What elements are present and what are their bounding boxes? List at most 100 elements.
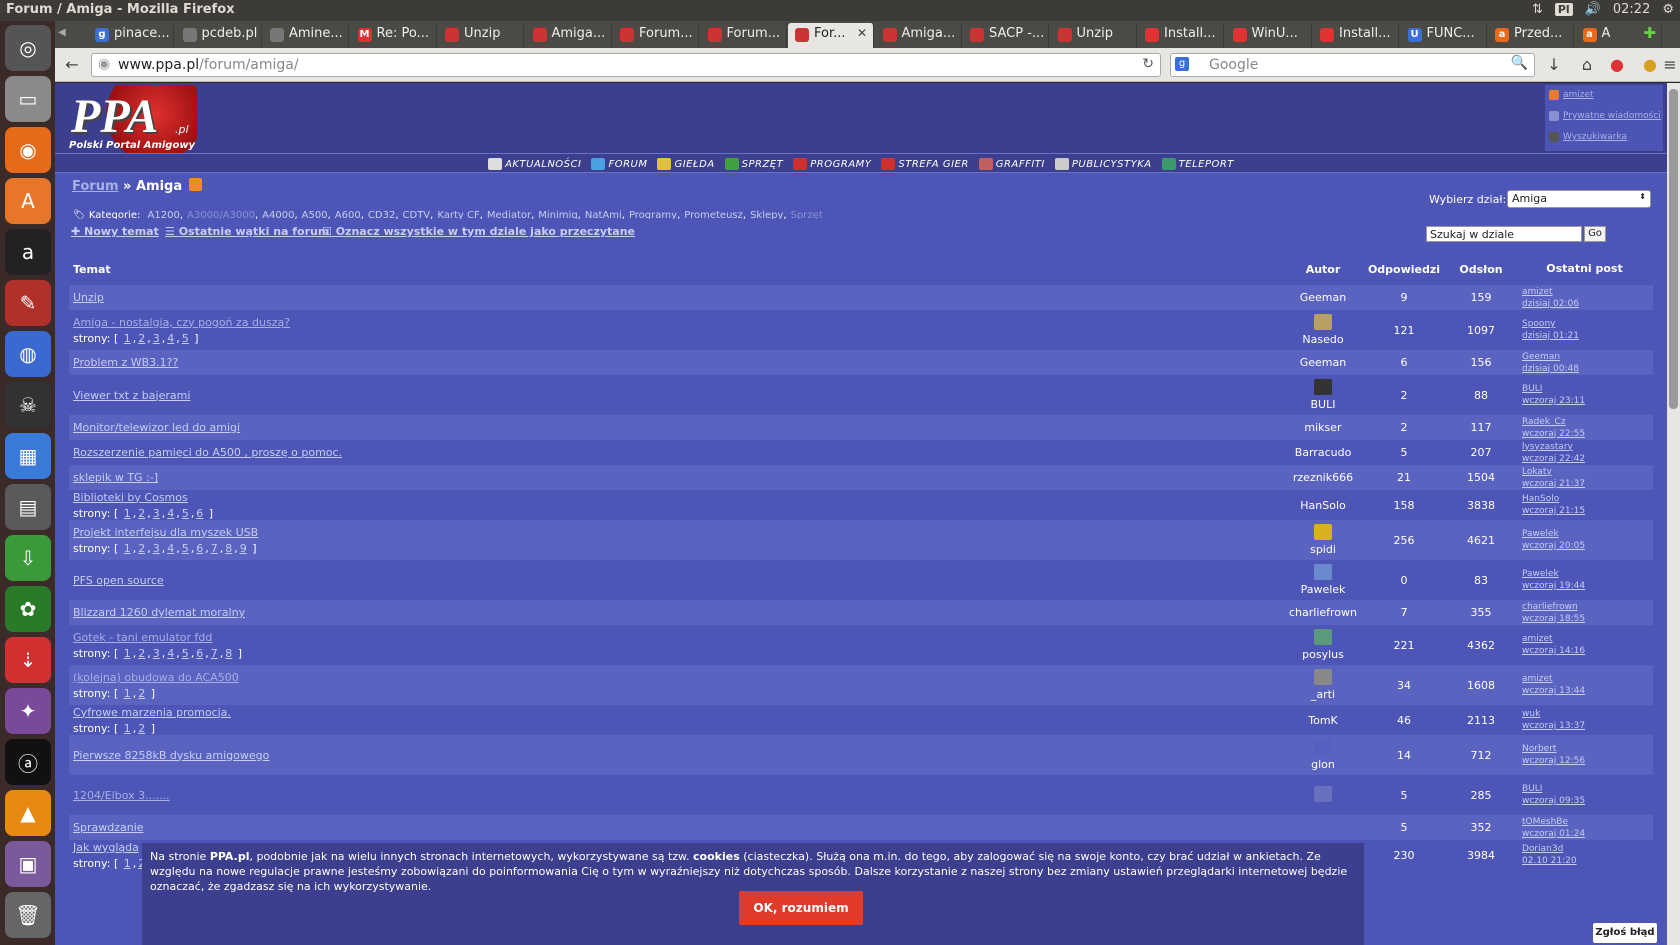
section-search-go-button[interactable]: Go <box>1584 226 1606 242</box>
recent-topics-link[interactable]: ☰ Ostatnie wątki na forum <box>165 225 329 238</box>
avatar[interactable] <box>1314 629 1332 645</box>
site-menu-item[interactable]: TELEPORT <box>1161 156 1234 172</box>
last-post-user[interactable]: BULI <box>1522 783 1653 795</box>
page-link[interactable]: 1 <box>124 542 131 555</box>
browser-tab[interactable]: Amiga... <box>526 23 612 48</box>
volume-icon[interactable]: 🔊 <box>1585 2 1601 17</box>
topic-link[interactable]: Cyfrowe marzenia promocja. <box>73 706 231 719</box>
app-icon[interactable]: ☠ <box>5 382 51 428</box>
topic-link[interactable]: Biblioteki by Cosmos <box>73 491 188 504</box>
report-bug-button[interactable]: Zgłoś błąd <box>1593 923 1657 943</box>
files-icon[interactable]: ▭ <box>5 76 51 122</box>
last-post-time[interactable]: dzisiaj 00:48 <box>1522 363 1653 375</box>
bird-icon[interactable]: ✦ <box>5 688 51 734</box>
reload-icon[interactable]: ↻ <box>1142 56 1154 72</box>
browser-tab[interactable]: SACP -... <box>963 23 1049 48</box>
scrollbar-thumb[interactable] <box>1669 89 1678 409</box>
last-post-time[interactable]: wczoraj 12:56 <box>1522 755 1653 767</box>
avatar[interactable] <box>1314 314 1332 330</box>
page-link[interactable]: 7 <box>211 647 218 660</box>
last-post-time[interactable]: wczoraj 09:35 <box>1522 795 1653 807</box>
topic-link[interactable]: Sprawdzanie <box>73 821 144 834</box>
page-link[interactable]: 1 <box>124 687 131 700</box>
last-post-time[interactable]: wczoraj 22:55 <box>1522 428 1653 440</box>
browser-tab[interactable]: Install... <box>1138 23 1224 48</box>
topic-link[interactable]: Pierwsze 8258kB dysku amigowego <box>73 749 269 762</box>
last-post-time[interactable]: wczoraj 21:15 <box>1522 505 1653 517</box>
avatar[interactable] <box>1314 524 1332 540</box>
last-post-user[interactable]: Norbert <box>1522 743 1653 755</box>
avatar[interactable] <box>1314 564 1332 580</box>
download-icon[interactable]: ⇩ <box>5 535 51 581</box>
topic-link[interactable]: Monitor/telewizor led do amigi <box>73 421 240 434</box>
last-post-user[interactable]: amizet <box>1522 673 1653 685</box>
browser-tab[interactable]: Amine... <box>263 23 349 48</box>
browser-tab[interactable]: Unzip <box>438 23 524 48</box>
page-link[interactable]: 2 <box>138 332 145 345</box>
site-menu-item[interactable]: GIEŁDA <box>657 156 714 172</box>
last-post-time[interactable]: wczoraj 20:05 <box>1522 540 1653 552</box>
topic-link[interactable]: Jak wygląda <box>73 841 139 854</box>
page-link[interactable]: 3 <box>153 332 160 345</box>
browser-tab[interactable]: g pinace... <box>88 23 174 48</box>
page-link[interactable]: 4 <box>167 647 174 660</box>
section-search-input[interactable]: Szukaj w dziale <box>1426 226 1582 242</box>
last-post-user[interactable]: amizet <box>1522 633 1653 645</box>
trash-icon[interactable]: 🗑 <box>5 892 51 938</box>
extension-icon[interactable]: ● <box>1639 54 1661 76</box>
page-link[interactable]: 4 <box>167 507 174 520</box>
last-post-time[interactable]: 02.10 21:20 <box>1522 855 1653 867</box>
search-icon[interactable]: 🔍 <box>1511 55 1528 71</box>
back-icon[interactable]: ← <box>61 54 83 76</box>
browser-tab[interactable]: WinU... <box>1226 23 1312 48</box>
page-link[interactable]: 9 <box>240 542 247 555</box>
page-link[interactable]: 5 <box>182 542 189 555</box>
rss-icon[interactable] <box>188 178 202 191</box>
user-link[interactable]: Wyszukiwarka <box>1545 127 1663 148</box>
page-link[interactable]: 8 <box>225 647 232 660</box>
topic-link[interactable]: Unzip <box>73 291 104 304</box>
site-menu-item[interactable]: SPRZĘT <box>724 156 784 172</box>
page-link[interactable]: 4 <box>167 542 174 555</box>
browser-tab[interactable]: For... ✕ <box>788 23 874 48</box>
avatar[interactable] <box>1314 379 1332 395</box>
page-link[interactable]: 1 <box>124 857 131 870</box>
user-link[interactable]: amizet <box>1545 85 1663 106</box>
last-post-user[interactable]: tOMeshBe <box>1522 816 1653 828</box>
page-link[interactable]: 3 <box>153 647 160 660</box>
page-link[interactable]: 2 <box>138 507 145 520</box>
topic-link[interactable]: sklepik w TG :-] <box>73 471 158 484</box>
gear-icon[interactable]: ⚙ <box>1662 2 1674 17</box>
section-select[interactable]: Amiga ⬍ <box>1507 190 1651 208</box>
clock[interactable]: 02:22 <box>1613 2 1650 17</box>
browser-tab[interactable]: Amiga... <box>876 23 962 48</box>
page-link[interactable]: 2 <box>138 542 145 555</box>
browser-tab[interactable]: U FUNC... <box>1401 23 1487 48</box>
last-post-time[interactable]: dzisiaj 01:21 <box>1522 330 1653 342</box>
avatar[interactable] <box>1314 785 1332 802</box>
new-topic-link[interactable]: ✚ Nowy temat <box>71 225 159 238</box>
browser-tab[interactable]: a Przed... <box>1488 23 1574 48</box>
avatar[interactable] <box>1314 669 1332 685</box>
last-post-user[interactable]: BULI <box>1522 383 1653 395</box>
last-post-time[interactable]: wczoraj 01:24 <box>1522 828 1653 840</box>
page-link[interactable]: 6 <box>196 542 203 555</box>
page-scrollbar[interactable] <box>1667 83 1680 945</box>
last-post-user[interactable]: Pawelek <box>1522 568 1653 580</box>
tab-scroll-left-icon[interactable]: ◀ <box>58 27 66 38</box>
page-link[interactable]: 7 <box>211 542 218 555</box>
last-post-user[interactable]: Lokaty <box>1522 466 1653 478</box>
site-menu-item[interactable]: PROGRAMY <box>793 156 871 172</box>
ppa-logo[interactable]: PPA .pl Polski Portal Amigowy <box>57 85 197 157</box>
browser-tab[interactable]: Unzip <box>1051 23 1137 48</box>
url-bar[interactable]: ◉ www.ppa.pl/forum/amiga/ ↻ <box>91 53 1161 77</box>
home-icon[interactable]: ⌂ <box>1576 54 1598 76</box>
mark-read-link[interactable]: ☑ Oznacz wszystkie w tym dziale jako prz… <box>322 225 635 238</box>
last-post-time[interactable]: wczoraj 13:37 <box>1522 720 1653 732</box>
last-post-user[interactable]: amizet <box>1522 286 1653 298</box>
system-settings-icon[interactable]: ✎ <box>5 280 51 326</box>
last-post-user[interactable]: Pawelek <box>1522 528 1653 540</box>
browser-tab[interactable]: M Re: Po... <box>351 23 437 48</box>
adblock-icon[interactable]: ● <box>1606 54 1628 76</box>
site-menu-item[interactable]: GRAFFITI <box>978 156 1045 172</box>
